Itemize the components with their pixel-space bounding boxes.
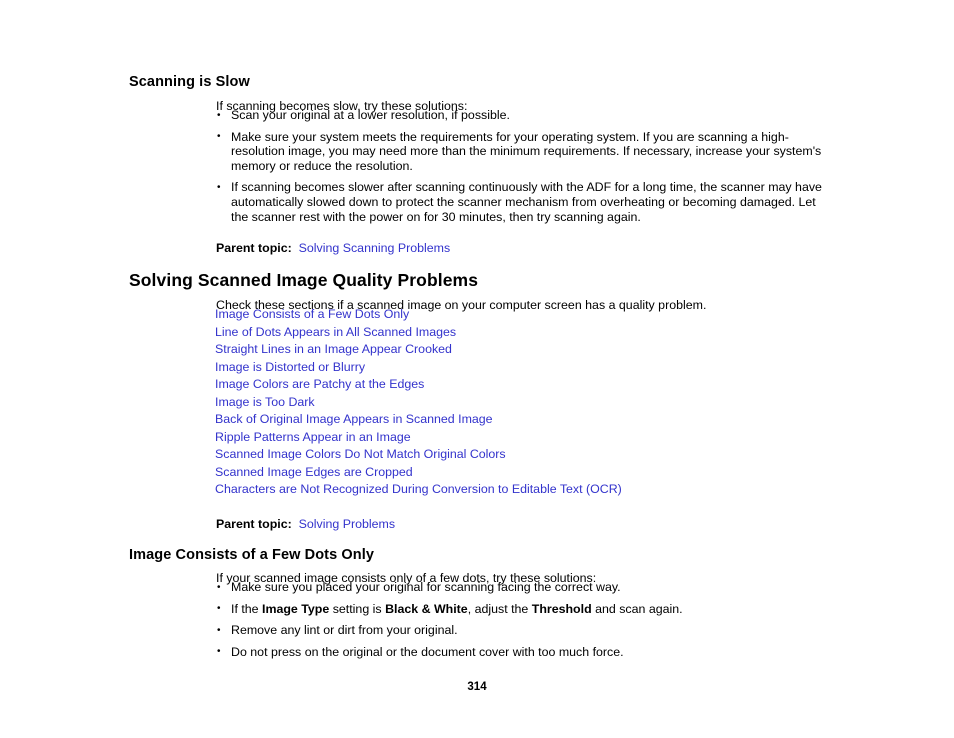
list-item: Do not press on the original or the docu… xyxy=(216,644,836,660)
topic-link-scanned-image-colors-do-not-match-original-colors[interactable]: Scanned Image Colors Do Not Match Origin… xyxy=(215,447,506,461)
topic-link-back-of-original-image-appears-in-scanned-image[interactable]: Back of Original Image Appears in Scanne… xyxy=(215,412,493,426)
topic-link-list: Image Consists of a Few Dots Only Line o… xyxy=(215,306,622,499)
list-item: Make sure your system meets the requirem… xyxy=(216,129,836,174)
list-item: Image Colors are Patchy at the Edges xyxy=(215,376,622,394)
topic-link-image-colors-are-patchy-at-the-edges[interactable]: Image Colors are Patchy at the Edges xyxy=(215,377,424,391)
list-item: Characters are Not Recognized During Con… xyxy=(215,481,622,499)
list-item: Scan your original at a lower resolution… xyxy=(216,108,836,123)
list-item: Line of Dots Appears in All Scanned Imag… xyxy=(215,324,622,342)
parent-topic-link[interactable]: Solving Scanning Problems xyxy=(299,241,451,255)
topic-link-line-of-dots-appears-in-all-scanned-images[interactable]: Line of Dots Appears in All Scanned Imag… xyxy=(215,325,456,339)
list-item: Straight Lines in an Image Appear Crooke… xyxy=(215,341,622,359)
topic-link-image-is-too-dark[interactable]: Image is Too Dark xyxy=(215,395,315,409)
emphasis-term: Image Type xyxy=(262,601,330,616)
parent-topic-label: Parent topic: xyxy=(216,517,292,532)
topic-link-scanned-image-edges-are-cropped[interactable]: Scanned Image Edges are Cropped xyxy=(215,465,413,479)
document-page: Scanning is Slow If scanning becomes slo… xyxy=(0,0,954,738)
list-item: Remove any lint or dirt from your origin… xyxy=(216,623,836,638)
list-item: Image Consists of a Few Dots Only xyxy=(215,306,622,324)
list-item: Back of Original Image Appears in Scanne… xyxy=(215,411,622,429)
topic-link-image-is-distorted-or-blurry[interactable]: Image is Distorted or Blurry xyxy=(215,360,365,374)
topic-link-characters-are-not-recognized-during-conversion-to-editable-text-ocr[interactable]: Characters are Not Recognized During Con… xyxy=(215,482,622,496)
list-item: Image is Too Dark xyxy=(215,394,622,412)
list-item: If the Image Type setting is Black & Whi… xyxy=(216,601,836,617)
parent-topic-label: Parent topic: xyxy=(216,241,292,256)
parent-topic-link[interactable]: Solving Problems xyxy=(299,517,395,531)
list-item: If scanning becomes slower after scannin… xyxy=(216,180,836,224)
page-number: 314 xyxy=(467,681,487,693)
list-item: Scanned Image Colors Do Not Match Origin… xyxy=(215,446,622,464)
list-item: Make sure you placed your original for s… xyxy=(216,580,836,595)
list-item: Image is Distorted or Blurry xyxy=(215,359,622,377)
heading-scanning-is-slow: Scanning is Slow xyxy=(129,74,250,91)
bullet-list-image-consists-of-a-few-dots-only: Make sure you placed your original for s… xyxy=(216,580,836,659)
heading-image-consists-of-a-few-dots-only: Image Consists of a Few Dots Only xyxy=(129,547,375,564)
list-item: Ripple Patterns Appear in an Image xyxy=(215,429,622,447)
topic-link-ripple-patterns-appear-in-an-image[interactable]: Ripple Patterns Appear in an Image xyxy=(215,430,411,444)
heading-solving-scanned-image-quality-problems: Solving Scanned Image Quality Problems xyxy=(129,269,479,290)
list-item: Scanned Image Edges are Cropped xyxy=(215,464,622,482)
emphasis-term: Black & White xyxy=(385,601,468,616)
topic-link-image-consists-of-a-few-dots-only[interactable]: Image Consists of a Few Dots Only xyxy=(215,307,409,321)
topic-link-straight-lines-in-an-image-appear-crooked[interactable]: Straight Lines in an Image Appear Crooke… xyxy=(215,342,452,356)
bullet-list-scanning-is-slow: Scan your original at a lower resolution… xyxy=(216,108,836,224)
emphasis-term: Threshold xyxy=(531,601,592,616)
parent-topic-scanning-is-slow: Parent topic: Solving Scanning Problems xyxy=(216,241,450,256)
parent-topic-solving-problems: Parent topic: Solving Problems xyxy=(216,517,395,532)
